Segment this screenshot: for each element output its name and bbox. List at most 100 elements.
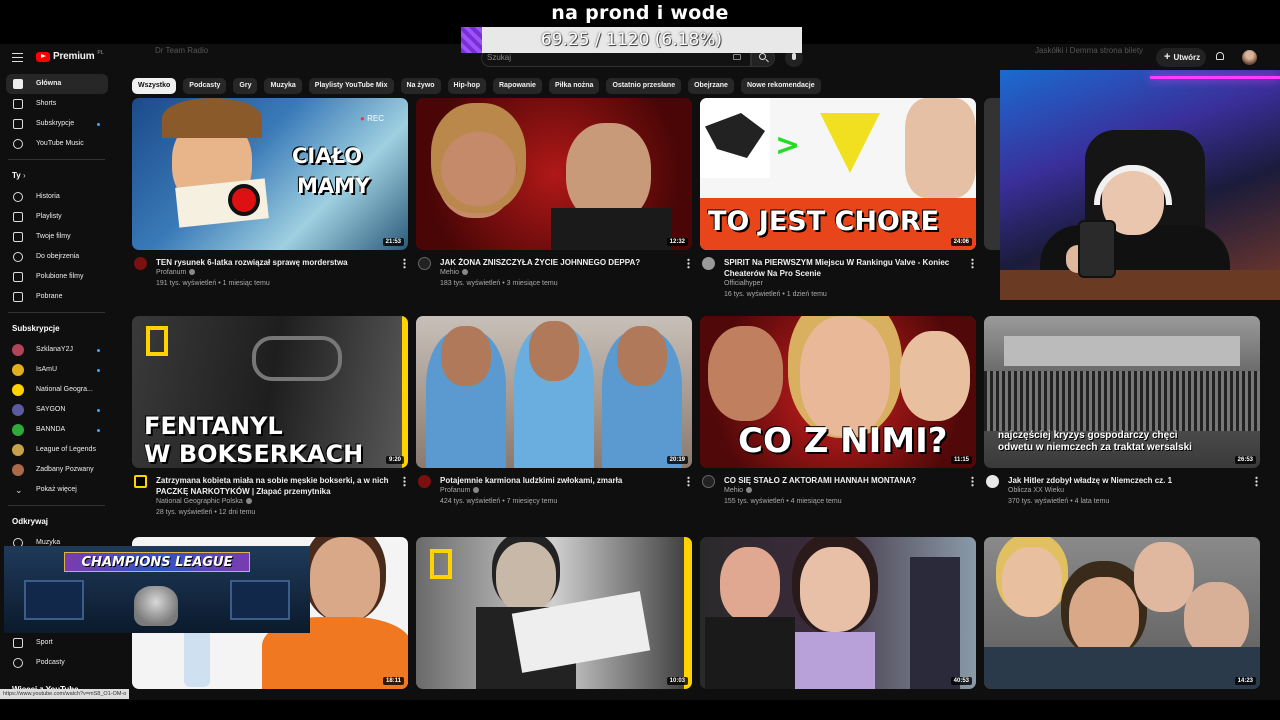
filter-chips: Wszystko Podcasty Gry Muzyka Playlisty YouTu…	[132, 78, 821, 94]
channel-avatar[interactable]	[702, 257, 715, 270]
more-options-icon[interactable]	[971, 258, 974, 269]
video-thumbnail[interactable]: 12:32	[416, 98, 692, 250]
you-section-header[interactable]: Ty ›	[0, 165, 115, 187]
sidebar-item-playlists[interactable]: Playlisty	[6, 207, 108, 227]
more-options-icon[interactable]	[403, 258, 406, 269]
video-thumbnail[interactable]: 10:03	[416, 537, 692, 689]
channel-name[interactable]: Mehio	[440, 269, 469, 276]
video-thumbnail[interactable]: najczęściej kryzys gospodarczy chęci odw…	[984, 316, 1260, 468]
video-title[interactable]: Jak Hitler zdobył władzę w Niemczech cz.…	[1008, 475, 1244, 486]
channel-avatar	[12, 424, 24, 436]
video-thumbnail[interactable]: 14:23	[984, 537, 1260, 689]
chip-4[interactable]: Playlisty YouTube Mix	[308, 78, 394, 94]
sidebar-item-subscriptions[interactable]: Subskrypcje	[6, 114, 108, 134]
rec-label: REC	[367, 114, 384, 123]
video-title[interactable]: Potajemnie karmiona ludzkimi zwłokami, z…	[440, 475, 676, 486]
chip-6[interactable]: Hip-hop	[447, 78, 486, 94]
video-title[interactable]: JAK ŻONA ZNISZCZYŁA ŻYCIE JOHNNEGO DEPPA…	[440, 257, 676, 268]
mini-player-overlay[interactable]: CHAMPIONS LEAGUE	[4, 546, 310, 633]
channel-name[interactable]: Mehio	[724, 487, 753, 494]
show-more-button[interactable]: ⌄ Pokaż więcej	[6, 480, 108, 500]
video-card[interactable]: FENTANYL W BOKSERKACH 9:20 Zatrzymana ko…	[132, 316, 408, 529]
video-card[interactable]: CIAŁO MAMY ● REC 21:53 TEN rysunek 6-lat…	[132, 98, 408, 311]
stream-title: na prond i wode	[551, 2, 729, 24]
channel-avatar[interactable]	[702, 475, 715, 488]
sidebar-item-shorts[interactable]: Shorts	[6, 94, 108, 114]
chevron-down-icon: ⌄	[15, 485, 23, 495]
chip-11[interactable]: Nowe rekomendacje	[740, 78, 821, 94]
sidebar-item-sport[interactable]: Sport	[6, 633, 108, 653]
channel-name[interactable]: Oblicza XX Wieku	[1008, 487, 1064, 494]
chip-7[interactable]: Rapowanie	[492, 78, 542, 94]
notifications-icon[interactable]	[1216, 52, 1224, 60]
keyboard-icon[interactable]	[733, 54, 741, 60]
sidebar-item-watch-later[interactable]: Do obejrzenia	[6, 247, 108, 267]
sidebar-subscription[interactable]: BANNDA	[6, 420, 108, 440]
video-thumbnail[interactable]: 40:53	[700, 537, 976, 689]
chip-10[interactable]: Obejrzane	[688, 78, 734, 94]
channel-avatar[interactable]	[986, 475, 999, 488]
video-title[interactable]: TEN rysunek 6-latka rozwiązał sprawę mor…	[156, 257, 392, 268]
sidebar-item-downloads[interactable]: Pobrane	[6, 287, 108, 307]
sidebar-subscription[interactable]: IsAmU	[6, 360, 108, 380]
chip-8[interactable]: Piłka nożna	[548, 78, 600, 94]
video-card-partial[interactable]	[984, 98, 1000, 250]
more-options-icon[interactable]	[687, 476, 690, 487]
thumb-face	[529, 321, 579, 381]
sidebar-item-your-videos[interactable]: Twoje filmy	[6, 227, 108, 247]
chip-1[interactable]: Podcasty	[183, 78, 227, 94]
video-stats: 370 tys. wyświetleń • 4 lata temu	[1008, 498, 1110, 505]
video-thumbnail[interactable]: 20:19	[416, 316, 692, 468]
video-title[interactable]: CO SIĘ STAŁO Z AKTORAMI HANNAH MONTANA?	[724, 475, 960, 486]
video-title[interactable]: SPIRIT Na PIERWSZYM Miejscu W Rankingu V…	[724, 257, 960, 279]
chip-0[interactable]: Wszystko	[132, 78, 177, 94]
video-thumbnail[interactable]	[984, 98, 1000, 250]
youtube-logo[interactable]: Premium PL	[36, 50, 104, 62]
sidebar-subscription[interactable]: National Geogra...	[6, 380, 108, 400]
more-options-icon[interactable]	[687, 258, 690, 269]
chip-9[interactable]: Ostatnio przesłane	[606, 78, 682, 94]
sidebar-subscription[interactable]: League of Legends	[6, 440, 108, 460]
video-thumbnail[interactable]: CO Z NIMI? 11:15	[700, 316, 976, 468]
video-card[interactable]: 10:03	[416, 537, 692, 689]
sidebar-item-liked[interactable]: Polubione filmy	[6, 267, 108, 287]
channel-name[interactable]: National Geographic Polska	[156, 498, 252, 505]
video-card[interactable]: najczęściej kryzys gospodarczy chęci odw…	[984, 316, 1260, 529]
account-avatar[interactable]	[1242, 50, 1257, 65]
channel-avatar[interactable]	[418, 257, 431, 270]
video-card[interactable]: 40:53	[700, 537, 976, 689]
channel-name[interactable]: Profanum	[156, 269, 196, 276]
chip-3[interactable]: Muzyka	[264, 78, 302, 94]
video-thumbnail[interactable]: > TO JEST CHORE 24:06	[700, 98, 976, 250]
video-thumbnail[interactable]: CIAŁO MAMY ● REC 21:53	[132, 98, 408, 250]
video-card[interactable]: 14:23	[984, 537, 1260, 689]
sidebar-item-home[interactable]: Główna	[6, 74, 108, 94]
chip-2[interactable]: Gry	[233, 78, 258, 94]
more-options-icon[interactable]	[971, 476, 974, 487]
channel-avatar[interactable]	[134, 257, 147, 270]
video-card[interactable]: > TO JEST CHORE 24:06 SPIRIT Na PIERWSZY…	[700, 98, 976, 311]
video-title[interactable]: Zatrzymana kobieta miała na sobie męskie…	[156, 475, 392, 497]
channel-name[interactable]: Officialhyper	[724, 280, 763, 287]
chip-5[interactable]: Na żywo	[400, 78, 441, 94]
channel-avatar[interactable]	[418, 475, 431, 488]
you-header-label: Ty	[12, 171, 21, 180]
sidebar-item-youtube-music[interactable]: YouTube Music	[6, 134, 108, 154]
handcuffs-icon	[252, 336, 342, 381]
more-options-icon[interactable]	[1255, 476, 1258, 487]
video-card[interactable]: CO Z NIMI? 11:15 CO SIĘ STAŁO Z AKTORAMI…	[700, 316, 976, 529]
create-button[interactable]: + Utwórz	[1156, 48, 1206, 67]
video-thumbnail[interactable]: FENTANYL W BOKSERKACH 9:20	[132, 316, 408, 468]
channel-avatar[interactable]	[134, 475, 147, 488]
sidebar-subscription[interactable]: SAYGON	[6, 400, 108, 420]
video-duration: 40:53	[950, 677, 972, 685]
sidebar-subscription[interactable]: Zadbany Pozwany	[6, 460, 108, 480]
video-card[interactable]: 20:19 Potajemnie karmiona ludzkimi zwłok…	[416, 316, 692, 529]
sidebar-item-podcasts[interactable]: Podcasty	[6, 653, 108, 673]
sidebar-item-history[interactable]: Historia	[6, 187, 108, 207]
video-card[interactable]: 12:32 JAK ŻONA ZNISZCZYŁA ŻYCIE JOHNNEGO…	[416, 98, 692, 311]
more-options-icon[interactable]	[403, 476, 406, 487]
menu-icon[interactable]	[12, 53, 23, 62]
channel-name[interactable]: Profanum	[440, 487, 480, 494]
sidebar-subscription[interactable]: SzklanaY2J	[6, 340, 108, 360]
